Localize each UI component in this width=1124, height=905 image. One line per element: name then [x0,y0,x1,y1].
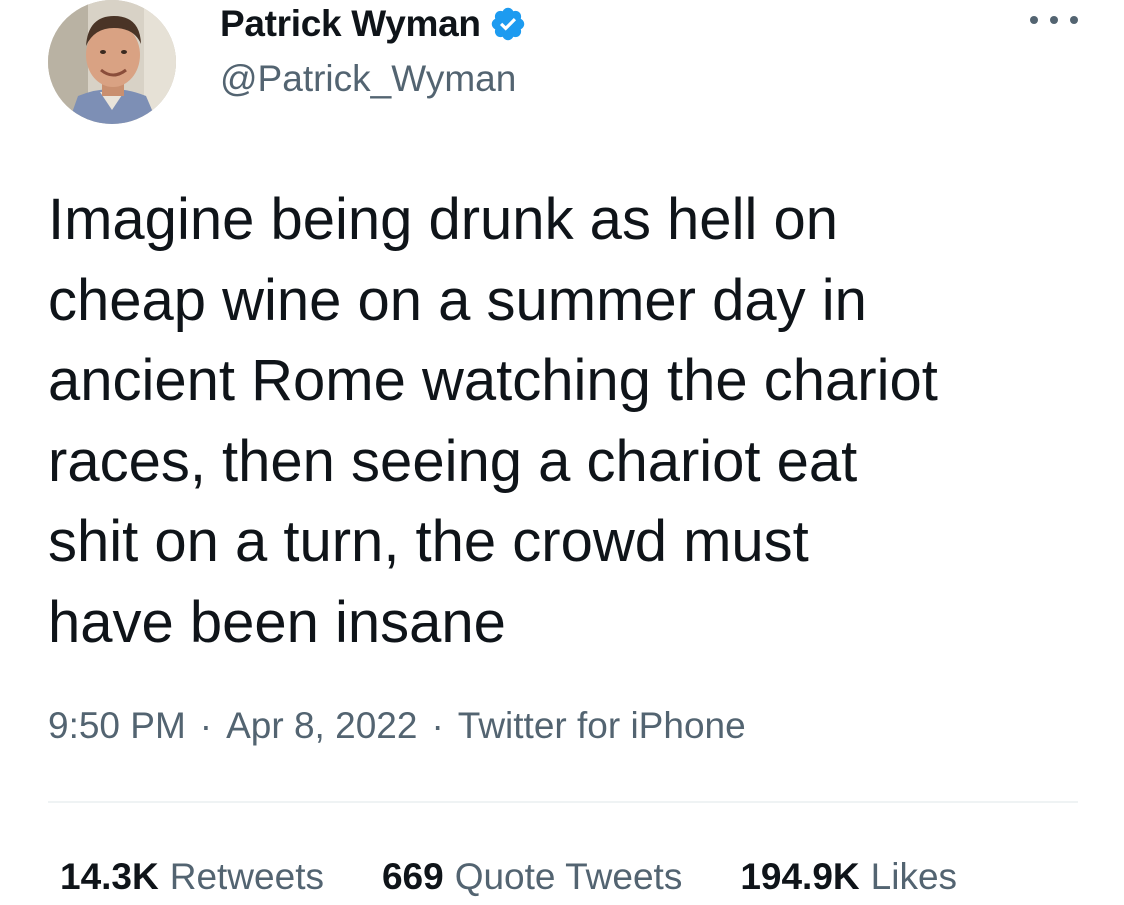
tweet-card: Patrick Wyman @Patrick_Wyman Imagine bei… [0,0,1124,905]
author-name-row[interactable]: Patrick Wyman [220,2,527,46]
divider [48,801,1078,803]
retweets-stat[interactable]: 14.3K Retweets [60,856,324,898]
engagement-stats: 14.3K Retweets 669 Quote Tweets 194.9K L… [48,856,1078,898]
author-handle[interactable]: @Patrick_Wyman [220,58,516,100]
meta-separator: · [431,705,444,746]
tweet-meta: 9:50 PM · Apr 8, 2022 · Twitter for iPho… [48,705,746,747]
quote-tweets-count: 669 [381,856,444,897]
likes-count: 194.9K [740,856,860,897]
meta-separator: · [199,705,213,746]
more-options-icon[interactable] [1030,8,1078,32]
likes-stat[interactable]: 194.9K Likes [740,856,957,898]
quote-tweets-stat[interactable]: 669 Quote Tweets [382,856,682,898]
display-name[interactable]: Patrick Wyman [220,3,481,45]
tweet-time[interactable]: 9:50 PM [48,705,186,747]
tweet-date[interactable]: Apr 8, 2022 [226,705,417,747]
tweet-source[interactable]: Twitter for iPhone [458,705,746,747]
quote-tweets-label: Quote Tweets [454,856,683,897]
retweets-label: Retweets [169,856,324,897]
tweet-text: Imagine being drunk as hell on cheap win… [48,187,938,655]
avatar[interactable] [48,0,176,124]
avatar-photo-icon [48,0,176,124]
likes-label: Likes [870,856,958,897]
retweets-count: 14.3K [60,856,159,897]
verified-badge-icon [489,5,527,43]
